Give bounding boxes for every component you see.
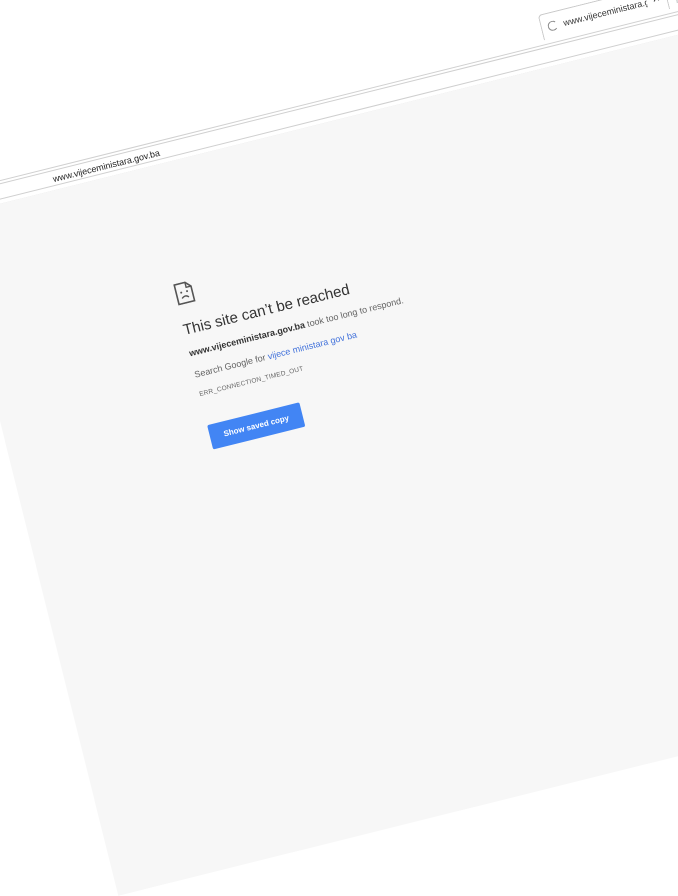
spinner-icon: [546, 19, 559, 32]
error-panel: This site can’t be reached www.vijecemin…: [172, 183, 621, 450]
browser-window: www.vijeceministara.gov.ba ✕ www.vijecem…: [0, 0, 678, 896]
show-saved-copy-button[interactable]: Show saved copy: [207, 402, 306, 450]
search-prefix: Search Google for: [193, 352, 267, 380]
sad-page-icon: [173, 281, 196, 306]
close-icon[interactable]: ✕: [651, 0, 662, 6]
new-tab-button[interactable]: [673, 0, 678, 4]
